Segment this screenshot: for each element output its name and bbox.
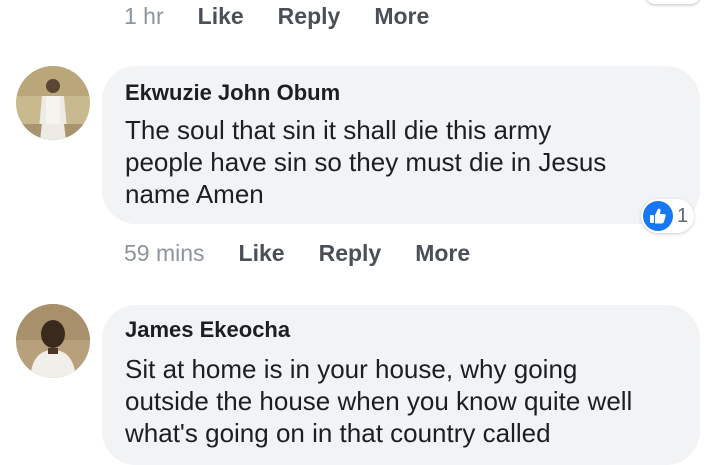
reply-link[interactable]: Reply: [319, 239, 382, 267]
comment-timestamp: 59 mins: [124, 240, 205, 266]
comment-text: Sit at home is in your house, why going …: [125, 354, 633, 448]
comment-author[interactable]: Ekwuzie John Obum: [125, 80, 680, 106]
comment-actions-top: 1 hr Like Reply More: [124, 2, 429, 30]
like-link[interactable]: Like: [239, 239, 285, 267]
thumbs-up-icon: [643, 201, 673, 231]
more-link[interactable]: More: [374, 2, 429, 30]
like-link[interactable]: Like: [198, 2, 244, 30]
comment-author[interactable]: James Ekeocha: [125, 317, 680, 343]
comment-bubble: Ekwuzie John Obum The soul that sin it s…: [102, 66, 700, 224]
reaction-badge-partial[interactable]: [646, 0, 700, 4]
comment-text: The soul that sin it shall die this army…: [125, 115, 607, 209]
comment-timestamp: 1 hr: [124, 3, 164, 29]
more-link[interactable]: More: [415, 239, 470, 267]
comment-actions: 59 mins Like Reply More: [124, 239, 470, 267]
avatar-james-image: [16, 304, 90, 378]
reaction-count: 1: [677, 204, 689, 227]
comment-bubble: James Ekeocha Sit at home is in your hou…: [102, 305, 700, 465]
avatar[interactable]: [16, 66, 90, 140]
reaction-badge[interactable]: 1: [641, 199, 695, 233]
avatar-ekwuzie-image: [16, 66, 90, 140]
reply-link[interactable]: Reply: [278, 2, 341, 30]
avatar[interactable]: [16, 304, 90, 378]
